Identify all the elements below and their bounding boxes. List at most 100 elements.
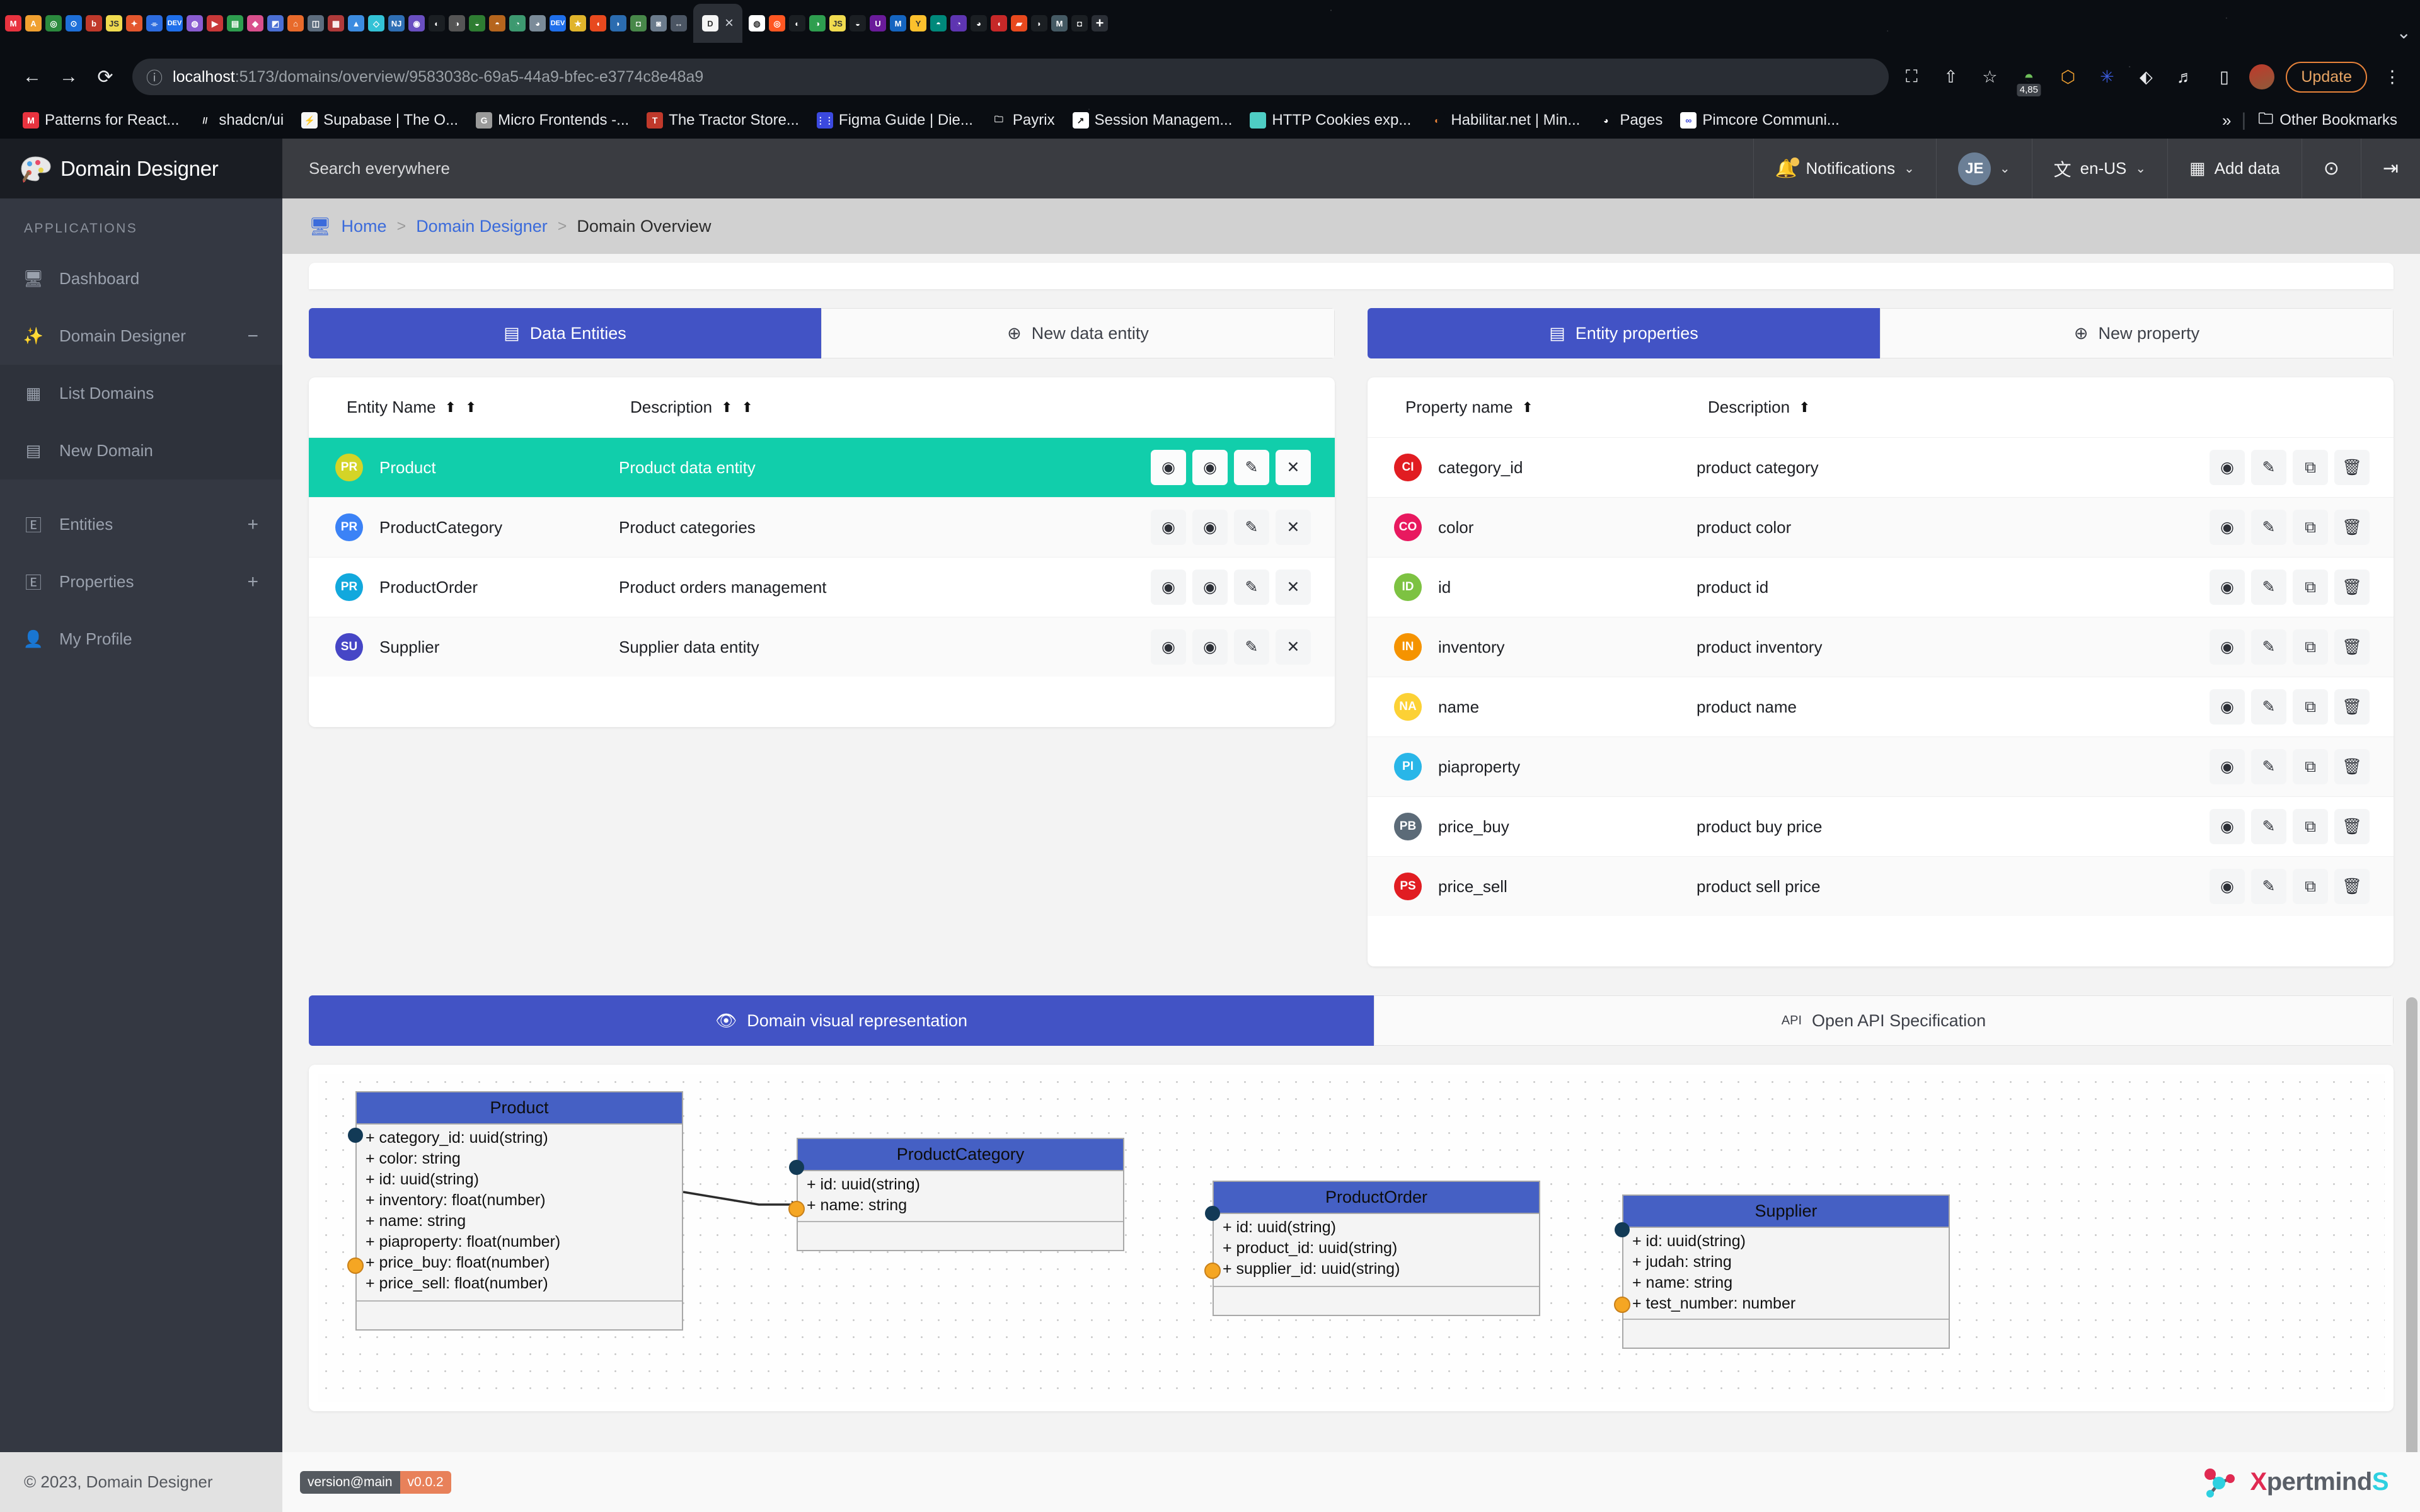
tab-favicon[interactable]: ◘ — [1071, 15, 1088, 32]
search-input[interactable]: Search everywhere — [282, 159, 1753, 178]
tab-favicon[interactable]: JS — [829, 15, 846, 32]
edit-icon[interactable]: ✎ — [2251, 869, 2286, 904]
view-icon[interactable]: ◉ — [1151, 510, 1186, 545]
bookmark-item[interactable]: 🗀 Payrix — [982, 112, 1064, 129]
tab-favicon[interactable]: ◉ — [408, 15, 425, 32]
bookmark-item[interactable]: M Patterns for React... — [14, 112, 188, 129]
tab-entity-properties[interactable]: ▤ Entity properties — [1368, 308, 1880, 358]
edit-icon[interactable]: ✎ — [1234, 510, 1269, 545]
view-icon[interactable]: ◉ — [1151, 450, 1186, 485]
tab-favicon[interactable]: U — [870, 15, 887, 32]
tab-favicon[interactable]: ★ — [570, 15, 586, 32]
sidebar-item-new-domain[interactable]: ▤ New Domain — [0, 422, 282, 479]
sort-asc-icon[interactable]: ⬆ — [721, 399, 732, 416]
tab-favicon[interactable]: DEV — [550, 15, 566, 32]
tab-domain-visual-representation[interactable]: 👁 Domain visual representation — [309, 995, 1374, 1046]
tab-favicon[interactable]: ◗ — [1031, 15, 1048, 32]
connector-port-top[interactable] — [789, 1160, 804, 1175]
preview-icon[interactable]: ◉ — [1192, 510, 1228, 545]
connector-port-bottom[interactable] — [347, 1257, 364, 1274]
tab-favicon[interactable]: ◕ — [971, 15, 988, 32]
bookmark-item[interactable]: // shadcn/ui — [188, 112, 292, 129]
bookmark-item[interactable]: ↗ Session Managem... — [1064, 112, 1242, 129]
tab-favicon[interactable]: ◗ — [610, 15, 626, 32]
edit-icon[interactable]: ✎ — [2251, 510, 2286, 545]
trash-icon[interactable]: 🗑 — [2334, 629, 2370, 665]
chrome-menu-icon[interactable]: ⋮ — [2378, 63, 2406, 91]
tab-favicon[interactable]: ⌯ — [146, 15, 163, 32]
trash-icon[interactable]: 🗑 — [2334, 809, 2370, 844]
preview-icon[interactable]: ◉ — [1192, 570, 1228, 605]
tab-favicon[interactable]: ▶ — [207, 15, 223, 32]
view-icon[interactable]: ◉ — [2210, 510, 2245, 545]
tab-favicon[interactable]: ◓ — [489, 15, 505, 32]
sort-asc-icon[interactable]: ⬆ — [1799, 399, 1810, 416]
back-arrow-icon[interactable]: ← — [14, 59, 50, 95]
sidebar-item-properties[interactable]: 🄴 Properties + — [0, 553, 282, 610]
diagram-entity-productorder[interactable]: ProductOrder + id: uuid(string) + produc… — [1204, 1181, 1540, 1316]
view-icon[interactable]: ◉ — [2210, 749, 2245, 784]
sort-asc-icon[interactable]: ⬆ — [1522, 399, 1533, 416]
tab-favicon[interactable]: b — [86, 15, 102, 32]
diagram-entity-product[interactable]: Product + category_id: uuid(string) + co… — [347, 1091, 683, 1331]
tab-favicon[interactable]: M — [890, 15, 907, 32]
tab-favicon[interactable]: NJ — [388, 15, 405, 32]
edit-icon[interactable]: ✎ — [1234, 570, 1269, 605]
view-icon[interactable]: ◉ — [2210, 629, 2245, 665]
connector-port-top[interactable] — [1615, 1222, 1630, 1237]
logout-button[interactable]: ⇥ — [2360, 139, 2420, 198]
bookmark-item[interactable]: HTTP Cookies exp... — [1241, 112, 1420, 129]
bookmark-item[interactable]: ◕ Pages — [1589, 112, 1671, 129]
other-bookmarks-folder[interactable]: 🗀 Other Bookmarks — [2249, 110, 2406, 129]
extension-playlist-icon[interactable]: ♬ — [2171, 63, 2199, 91]
breadcrumb-domain-designer[interactable]: Domain Designer — [416, 217, 548, 236]
table-row[interactable]: CI category_id product category ◉ ✎ ⧉ 🗑 — [1368, 437, 2394, 497]
connector-port-bottom[interactable] — [1204, 1263, 1221, 1279]
share-icon[interactable]: ⇧ — [1937, 63, 1964, 91]
tab-favicon[interactable]: ◍ — [187, 15, 203, 32]
tab-data-entities[interactable]: ▤ Data Entities — [309, 308, 821, 358]
tab-favicon[interactable]: ◑ — [449, 15, 465, 32]
bookmark-item[interactable]: ∞ Pimcore Communi... — [1671, 112, 1848, 129]
add-entity-icon[interactable]: + — [247, 514, 258, 536]
tab-favicon[interactable]: ◙ — [650, 15, 667, 32]
table-row[interactable]: PR ProductOrder Product orders managemen… — [309, 557, 1335, 617]
view-icon[interactable]: ◉ — [2210, 809, 2245, 844]
copy-icon[interactable]: ⧉ — [2293, 869, 2328, 904]
table-row[interactable]: SU Supplier Supplier data entity ◉ ◉ ✎ ✕ — [309, 617, 1335, 677]
edit-icon[interactable]: ✎ — [1234, 629, 1269, 665]
tab-favicon[interactable]: ▰ — [1011, 15, 1028, 32]
tab-favicon[interactable]: ✦ — [126, 15, 142, 32]
notifications-button[interactable]: 🔔 Notifications ⌄ — [1753, 139, 1936, 198]
help-button[interactable]: ⊙ — [2301, 139, 2361, 198]
sort-desc-icon[interactable]: ⬆ — [465, 399, 476, 416]
sort-asc-icon[interactable]: ⬆ — [445, 399, 456, 416]
edit-icon[interactable]: ✎ — [2251, 809, 2286, 844]
browser-tabs[interactable]: M A ◎ ⊙ b JS ✦ ⌯ DEV ◍ ▶ ▤ ◆ ◩ ⌂ ◫ ▦ ▲ ◇… — [5, 4, 1109, 52]
tab-favicon[interactable]: M — [5, 15, 21, 32]
trash-icon[interactable]: 🗑 — [2334, 450, 2370, 485]
extension-star-icon[interactable]: ✳ — [2093, 63, 2121, 91]
tab-new-data-entity[interactable]: ⊕ New data entity — [821, 308, 1335, 358]
extension-wallet-icon[interactable]: ⬡ — [2054, 63, 2082, 91]
delete-icon[interactable]: ✕ — [1276, 510, 1311, 545]
bookmark-item[interactable]: ⋮⋮ Figma Guide | Die... — [808, 112, 982, 129]
copy-icon[interactable]: ⧉ — [2293, 749, 2328, 784]
tab-favicon[interactable]: ◔ — [509, 15, 526, 32]
tab-favicon[interactable]: ◐ — [429, 15, 445, 32]
edit-icon[interactable]: ✎ — [2251, 689, 2286, 724]
site-info-icon[interactable]: ⓘ — [146, 66, 163, 89]
edit-icon[interactable]: ✎ — [2251, 749, 2286, 784]
bookmark-item[interactable]: ⚡ Supabase | The O... — [292, 112, 467, 129]
sidebar-item-entities[interactable]: 🄴 Entities + — [0, 496, 282, 553]
table-row[interactable]: IN inventory product inventory ◉ ✎ ⧉ 🗑 — [1368, 617, 2394, 677]
bookmark-item[interactable]: ◐ Habilitar.net | Min... — [1420, 112, 1589, 129]
preview-icon[interactable]: ◉ — [1192, 450, 1228, 485]
tab-favicon[interactable]: ◎ — [769, 15, 786, 32]
connector-port-top[interactable] — [1205, 1206, 1220, 1221]
trash-icon[interactable]: 🗑 — [2334, 570, 2370, 605]
tab-favicon[interactable]: ◒ — [850, 15, 867, 32]
tab-favicon[interactable]: ⌂ — [287, 15, 304, 32]
edit-icon[interactable]: ✎ — [2251, 450, 2286, 485]
breadcrumb-home[interactable]: Home — [342, 217, 387, 236]
